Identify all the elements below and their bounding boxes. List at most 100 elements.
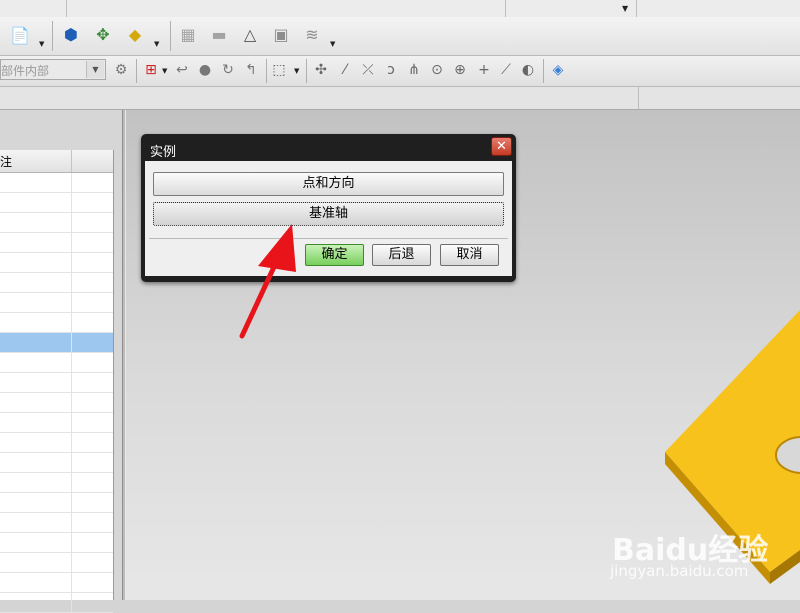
- chevron-down-icon[interactable]: ▼: [154, 40, 159, 48]
- column-divider: [71, 353, 72, 373]
- rotate-icon[interactable]: ↻: [220, 62, 236, 78]
- back-button[interactable]: 后退: [372, 244, 431, 266]
- column-divider: [71, 393, 72, 413]
- solid-cube-icon[interactable]: ◈: [550, 62, 566, 78]
- toolbar-divider: [543, 59, 544, 83]
- dialog-divider: [149, 238, 508, 239]
- cue-line-divider: [638, 87, 639, 109]
- table-header: 注: [0, 150, 113, 173]
- table-row[interactable]: [0, 353, 113, 373]
- assembly-add-icon[interactable]: ⬢: [61, 25, 81, 45]
- selection-scope-value: 部件内部: [1, 64, 50, 78]
- table-row[interactable]: [0, 553, 113, 573]
- layout-grid-icon[interactable]: ▦: [178, 25, 198, 45]
- line-icon[interactable]: ⁄: [337, 62, 353, 78]
- strip-divider: [636, 0, 637, 17]
- column-divider: [71, 293, 72, 313]
- curve-select-icon[interactable]: ↰: [243, 62, 259, 78]
- column-divider: [71, 413, 72, 433]
- cancel-button[interactable]: 取消: [440, 244, 499, 266]
- part-navigator-table: 注: [0, 150, 114, 613]
- move-cross-icon[interactable]: ✣: [313, 62, 329, 78]
- body-select-icon[interactable]: ●: [197, 62, 213, 78]
- line-on-curve-icon[interactable]: ⟋: [498, 62, 514, 78]
- strip-dropdown-arrow-icon[interactable]: ▼: [622, 4, 628, 13]
- column-divider: [71, 593, 72, 613]
- dialog-body: 点和方向 基准轴 确定 后退 取消: [145, 161, 512, 276]
- line-point-icon[interactable]: ⤫: [360, 62, 376, 78]
- table-row[interactable]: [0, 273, 113, 293]
- point-and-direction-button[interactable]: 点和方向: [153, 172, 504, 196]
- table-row[interactable]: [0, 413, 113, 433]
- chevron-down-icon[interactable]: ▼: [330, 40, 335, 48]
- table-row[interactable]: [0, 493, 113, 513]
- toolbar-divider: [306, 59, 307, 83]
- table-row[interactable]: [0, 453, 113, 473]
- table-row[interactable]: [0, 193, 113, 213]
- column-divider: [71, 193, 72, 213]
- table-row[interactable]: [0, 293, 113, 313]
- chevron-down-icon[interactable]: ▼: [162, 67, 167, 75]
- column-header[interactable]: 注: [0, 153, 12, 170]
- document-format-icon[interactable]: 📄: [10, 26, 30, 46]
- datum-axis-button[interactable]: 基准轴: [153, 202, 504, 226]
- annotation-arrow-icon: [239, 224, 296, 339]
- filter-icon[interactable]: ⚙: [113, 62, 129, 78]
- table-row[interactable]: [0, 473, 113, 493]
- column-divider: [71, 150, 72, 172]
- selection-toolbar: ⚙ ⊞ ▼ ↩ ● ↻ ↰ ⬚ ▼ ✣ ⁄ ⤫ ↄ ⋔ ⊙ ⊕ + ⟋ ◐ ◈: [0, 56, 800, 87]
- column-divider: [71, 553, 72, 573]
- close-icon[interactable]: ✕: [491, 137, 512, 156]
- cue-line: [0, 87, 800, 110]
- column-divider: [71, 473, 72, 493]
- point-plus-icon[interactable]: +: [476, 62, 492, 78]
- table-row[interactable]: [0, 213, 113, 233]
- instance-dialog: 实例 ✕ 点和方向 基准轴 确定 后退 取消: [141, 134, 516, 282]
- circle-center-icon[interactable]: ⊙: [429, 62, 445, 78]
- rectangle-select-icon[interactable]: ⬚: [271, 62, 287, 78]
- triangle-icon[interactable]: △: [240, 25, 260, 45]
- undo-arrow-icon[interactable]: ↩: [174, 62, 190, 78]
- chevron-down-icon[interactable]: ▼: [294, 67, 299, 75]
- column-divider: [71, 173, 72, 193]
- sheet-edit-icon[interactable]: ▣: [271, 25, 291, 45]
- tangent-icon[interactable]: ⋔: [406, 62, 422, 78]
- column-divider: [71, 253, 72, 273]
- column-divider: [71, 373, 72, 393]
- column-divider: [71, 333, 72, 353]
- table-row[interactable]: [0, 393, 113, 413]
- column-divider: [71, 493, 72, 513]
- table-row[interactable]: [0, 433, 113, 453]
- column-divider: [71, 273, 72, 293]
- chevron-down-icon[interactable]: ▼: [86, 61, 104, 78]
- snap-point-icon[interactable]: ⊞: [143, 62, 159, 78]
- quadrant-point-icon[interactable]: ⊕: [452, 62, 468, 78]
- arc-icon[interactable]: ↄ: [383, 62, 399, 78]
- assembly-constraint-icon[interactable]: ◆: [125, 25, 145, 45]
- column-divider: [71, 433, 72, 453]
- view-panel-icon[interactable]: ▬: [209, 25, 229, 45]
- top-menu-strip: ▼: [0, 0, 800, 18]
- selection-scope-combo[interactable]: 部件内部 ▼: [0, 59, 106, 80]
- table-row[interactable]: [0, 173, 113, 193]
- face-point-icon[interactable]: ◐: [520, 62, 536, 78]
- table-row[interactable]: [0, 593, 113, 613]
- watermark-url: jingyan.baidu.com: [610, 562, 749, 580]
- table-row[interactable]: [0, 313, 113, 333]
- table-row[interactable]: [0, 373, 113, 393]
- column-divider: [71, 573, 72, 593]
- assembly-move-icon[interactable]: ✥: [93, 25, 113, 45]
- layer-stack-icon[interactable]: ≋: [302, 25, 322, 45]
- table-row[interactable]: [0, 233, 113, 253]
- main-toolbar: 📄 ▼ ⬢ ✥ ◆ ▼ ▦ ▬ △ ▣ ≋ ▼: [0, 17, 800, 56]
- dialog-title: 实例: [150, 145, 177, 160]
- table-row[interactable]: [0, 533, 113, 553]
- table-row[interactable]: [0, 253, 113, 273]
- strip-divider: [66, 0, 67, 17]
- table-row[interactable]: [0, 573, 113, 593]
- table-row[interactable]: [0, 333, 113, 353]
- table-row[interactable]: [0, 513, 113, 533]
- column-divider: [71, 513, 72, 533]
- toolbar-divider: [136, 59, 137, 83]
- chevron-down-icon[interactable]: ▼: [39, 40, 44, 48]
